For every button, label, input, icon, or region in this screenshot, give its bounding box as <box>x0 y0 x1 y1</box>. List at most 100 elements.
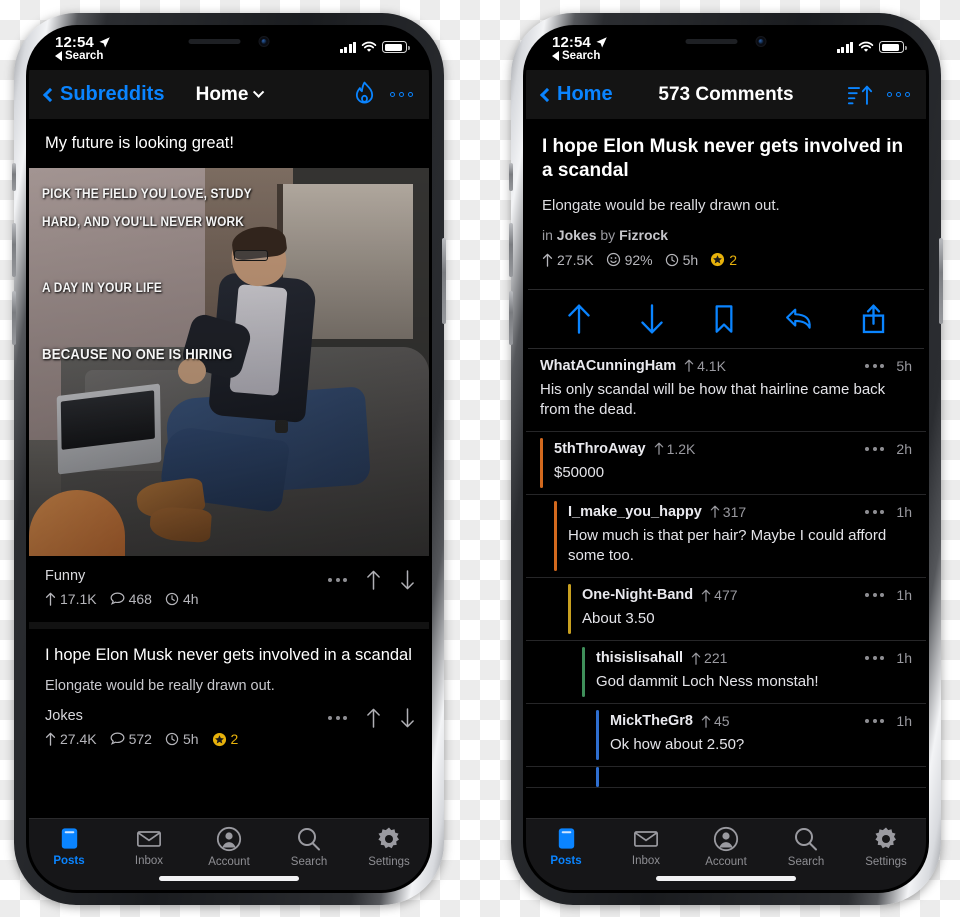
power-button[interactable] <box>939 238 943 324</box>
comment-score-group: 4.1K <box>684 358 726 374</box>
comment-author[interactable]: WhatACunningHam <box>540 358 676 374</box>
tab-inbox[interactable]: Inbox <box>109 826 189 867</box>
flame-icon[interactable] <box>353 81 376 108</box>
status-back-to-app[interactable]: Search <box>552 50 600 62</box>
status-time-group: 12:54 <box>552 34 608 51</box>
post-image[interactable]: PICK THE FIELD YOU LOVE, STUDY HARD, AND… <box>29 168 429 557</box>
feed-post-2[interactable]: I hope Elon Musk never gets involved in … <box>29 630 429 761</box>
chevron-down-icon <box>252 86 265 98</box>
back-to-home-button[interactable]: Home <box>539 83 613 106</box>
silent-switch[interactable] <box>12 163 16 191</box>
comment-item[interactable]: One-Night-Band 477 1h About 3.50 <box>526 578 926 642</box>
post-subreddit[interactable]: Jokes <box>557 227 597 243</box>
post-more-icon[interactable] <box>328 578 347 583</box>
triangle-left-icon <box>552 51 559 61</box>
location-arrow-icon <box>99 37 110 48</box>
comment-more-icon[interactable] <box>865 656 885 661</box>
smiley-face-icon <box>606 253 620 267</box>
post-age: 5h <box>682 251 699 268</box>
front-camera-icon <box>258 35 270 47</box>
comment-item[interactable]: MickTheGr8 45 1h Ok how about 2.50? <box>526 704 926 768</box>
clock-icon <box>665 253 678 266</box>
arrow-up-icon <box>701 589 711 602</box>
gear-icon <box>378 827 399 849</box>
tab-posts[interactable]: Posts <box>526 826 606 867</box>
post-author[interactable]: Fizrock <box>619 227 668 243</box>
tab-label: Search <box>290 856 328 868</box>
post-score: 27.5K <box>557 251 594 268</box>
chevron-left-icon <box>42 87 58 102</box>
nav-back-label: Home <box>557 83 613 105</box>
volume-up-button[interactable] <box>509 223 513 277</box>
status-time-group: 12:54 <box>55 34 111 51</box>
tab-settings[interactable]: Settings <box>349 826 429 868</box>
comment-item[interactable]: WhatACunningHam 4.1K 5h His only scandal… <box>526 349 926 432</box>
comment-author[interactable]: One-Night-Band <box>582 587 693 603</box>
tab-posts[interactable]: Posts <box>29 826 109 867</box>
post-score-group: 27.5K <box>542 252 594 268</box>
downvote-button[interactable] <box>639 303 665 334</box>
tab-account[interactable]: Account <box>189 826 269 868</box>
comments-count-title: 573 Comments <box>658 84 793 106</box>
feed-post-1[interactable]: My future is looking great! PICK THE FIE… <box>29 120 429 621</box>
power-button[interactable] <box>442 238 446 324</box>
comment-author[interactable]: 5thThroAway <box>554 441 646 457</box>
comment-item[interactable]: 5thThroAway 1.2K 2h $50000 <box>526 432 926 495</box>
post-age-group: 5h <box>165 731 199 747</box>
comment-author[interactable]: thisislisahall <box>596 650 683 666</box>
comment-more-icon[interactable] <box>865 446 885 451</box>
post-action-bar <box>528 288 924 349</box>
comment-author[interactable]: I_make_you_happy <box>568 504 702 520</box>
comment-more-icon[interactable] <box>865 593 885 598</box>
comments-scroll-area[interactable]: I hope Elon Musk never gets involved in … <box>526 120 926 818</box>
post-more-icon[interactable] <box>328 716 347 721</box>
post-upvote-ratio: 92% <box>624 251 653 268</box>
volume-down-button[interactable] <box>509 291 513 345</box>
comment-item[interactable]: I_make_you_happy 317 1h How much is that… <box>526 495 926 579</box>
downvote-icon[interactable] <box>400 708 415 728</box>
reply-button[interactable] <box>784 304 814 334</box>
tab-account[interactable]: Account <box>686 826 766 868</box>
envelope-icon <box>137 831 161 847</box>
back-to-subreddits-button[interactable]: Subreddits <box>42 83 164 106</box>
phone-inner-left: 12:54 Search Subreddits Home My future i… <box>26 25 432 893</box>
status-back-to-app[interactable]: Search <box>55 50 103 62</box>
upvote-icon[interactable] <box>366 570 381 591</box>
tab-label: Posts <box>550 855 582 867</box>
upvote-button[interactable] <box>566 304 592 334</box>
tab-search[interactable]: Search <box>269 826 349 868</box>
comment-depth-bar <box>554 500 557 572</box>
comment-more-icon[interactable] <box>865 363 885 368</box>
comment-author[interactable]: MickTheGr8 <box>610 713 693 729</box>
feed-selector-button[interactable]: Home <box>196 84 265 106</box>
silent-switch[interactable] <box>509 163 513 191</box>
chevron-left-icon <box>539 87 555 102</box>
volume-down-button[interactable] <box>12 291 16 345</box>
tab-settings[interactable]: Settings <box>846 826 926 868</box>
in-label: in <box>542 226 553 243</box>
tab-inbox[interactable]: Inbox <box>606 826 686 867</box>
battery-icon <box>879 41 907 53</box>
feed-scroll-area[interactable]: My future is looking great! PICK THE FIE… <box>29 120 429 818</box>
save-button[interactable] <box>712 304 736 334</box>
more-dots-icon[interactable] <box>886 91 910 98</box>
comment-more-icon[interactable] <box>865 719 885 724</box>
volume-up-button[interactable] <box>12 223 16 277</box>
more-dots-icon[interactable] <box>389 91 413 98</box>
sort-ascending-icon[interactable] <box>847 83 873 107</box>
post-score-group: 27.4K <box>45 731 97 747</box>
comment-item[interactable]: thisislisahall 221 1h God dammit Loch Ne… <box>526 641 926 705</box>
upvote-icon[interactable] <box>366 708 381 728</box>
wifi-icon <box>858 41 874 52</box>
home-indicator[interactable] <box>159 876 299 881</box>
comment-item-partial[interactable] <box>526 767 926 789</box>
comment-more-icon[interactable] <box>865 509 885 514</box>
post-actions <box>328 708 415 728</box>
posts-icon <box>61 828 77 849</box>
share-button[interactable] <box>861 304 886 334</box>
post-award-count: 2 <box>230 731 239 748</box>
home-indicator[interactable] <box>656 876 796 881</box>
comment-depth-bar <box>582 647 585 698</box>
tab-search[interactable]: Search <box>766 826 846 868</box>
downvote-icon[interactable] <box>400 570 415 590</box>
